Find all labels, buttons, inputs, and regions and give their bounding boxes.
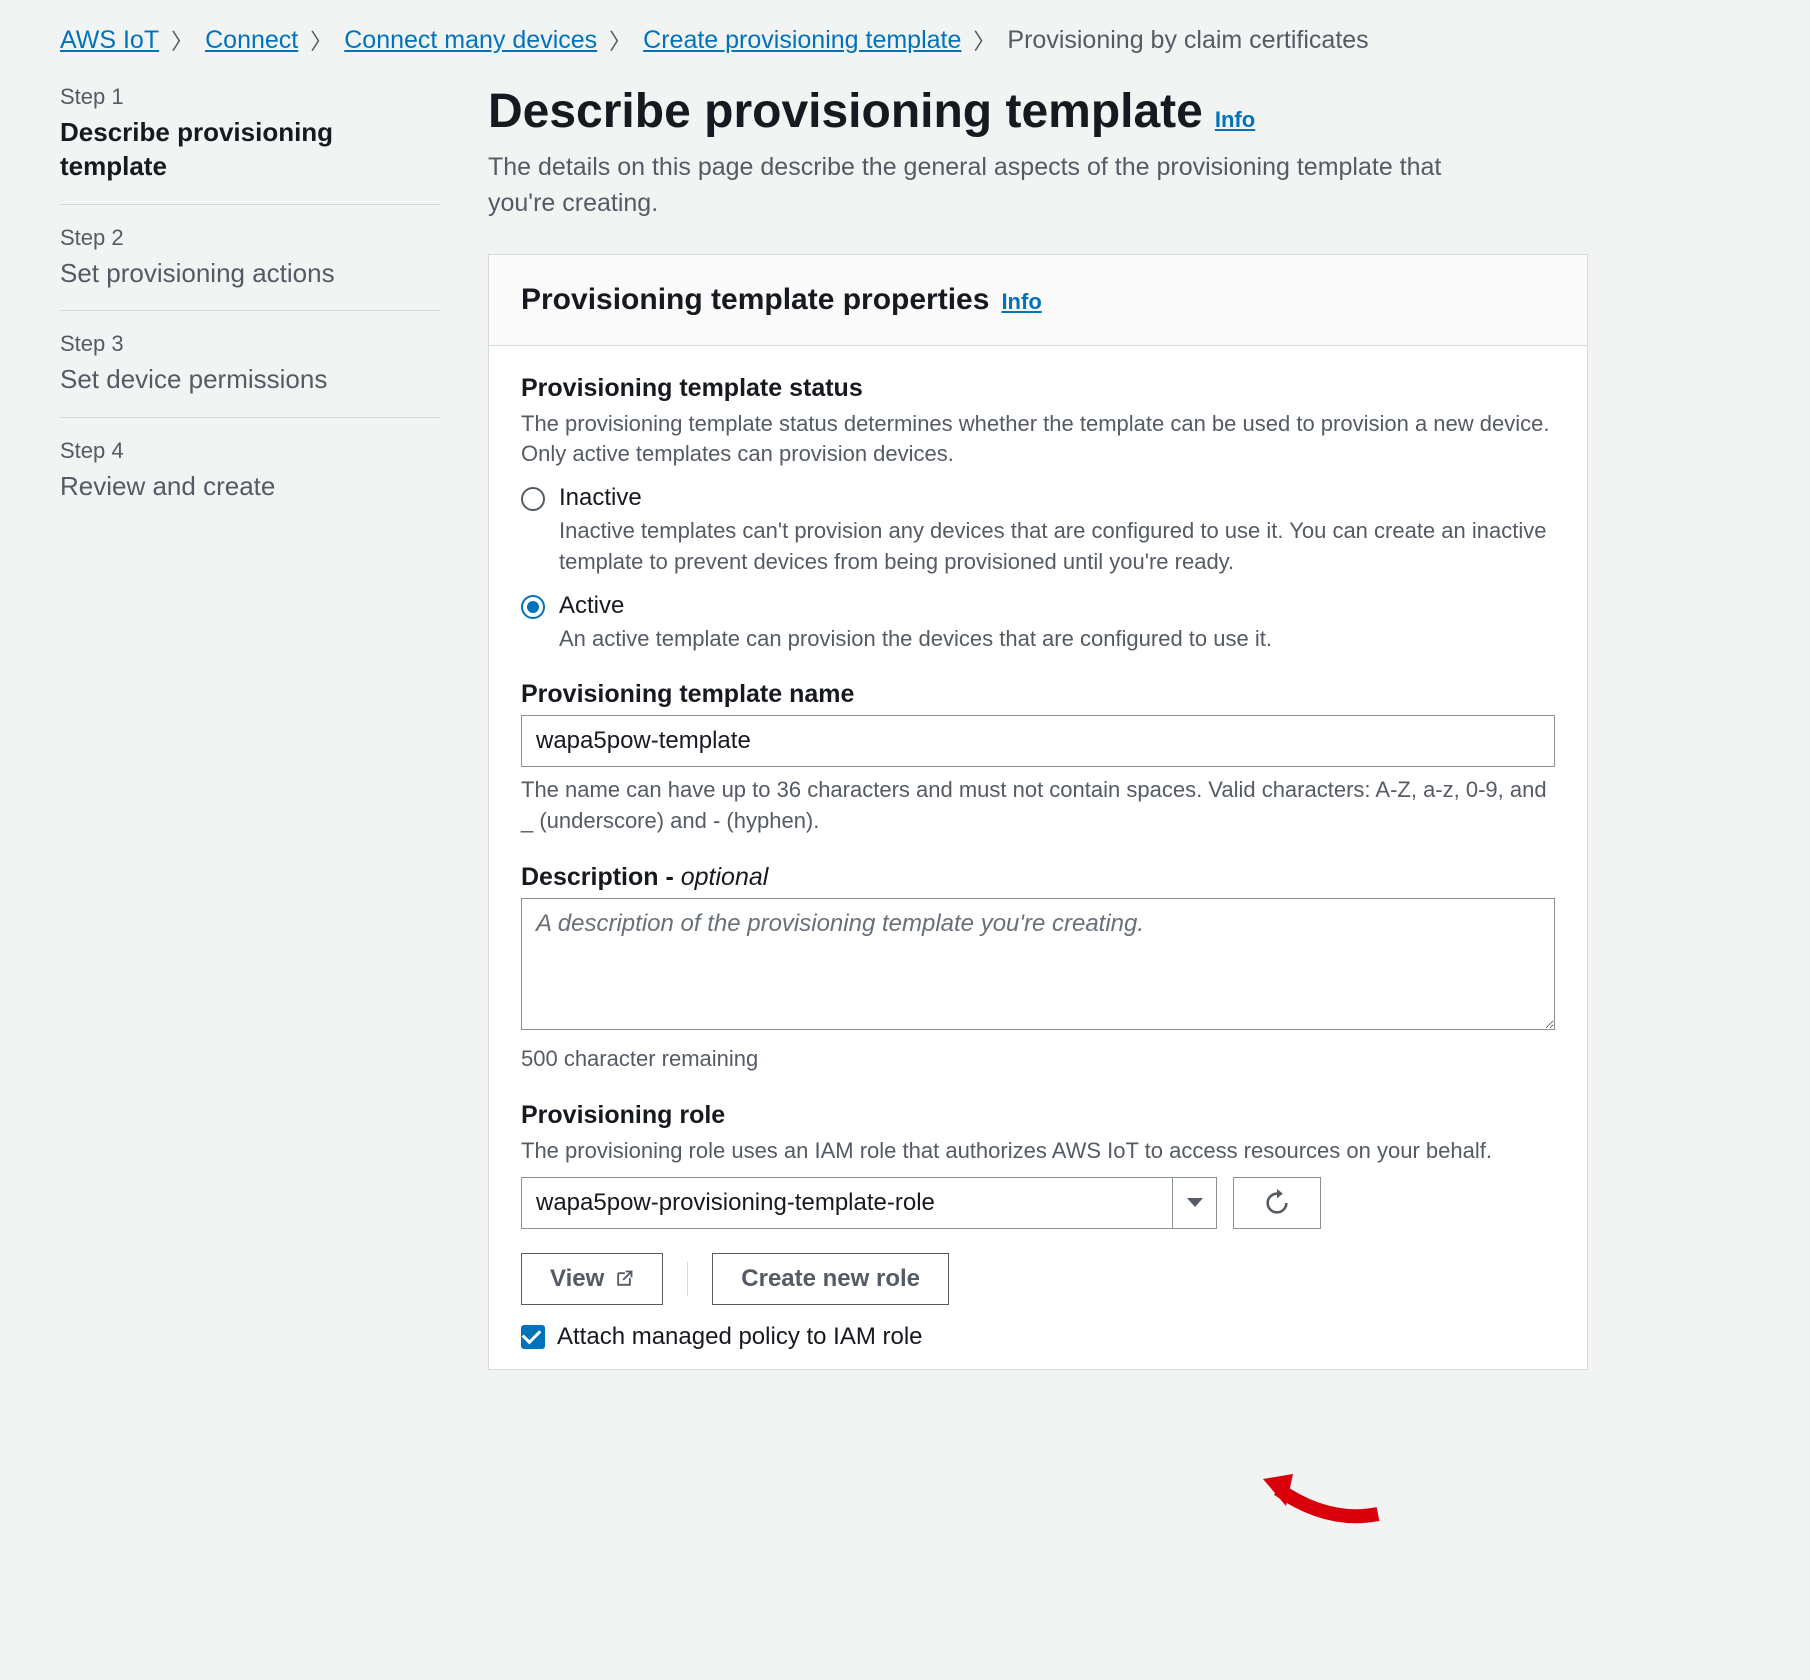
radio-icon — [521, 487, 545, 511]
step-title: Review and create — [60, 470, 440, 504]
radio-icon — [521, 595, 545, 619]
field-label: Provisioning template name — [521, 680, 1555, 709]
wizard-step-2[interactable]: Step 2 Set provisioning actions — [60, 205, 440, 312]
info-link[interactable]: Info — [1001, 289, 1041, 315]
description-fieldset: Description - optional 500 character rem… — [521, 863, 1555, 1075]
label-text: Description - — [521, 863, 681, 891]
radio-label: Active — [559, 592, 1555, 620]
breadcrumb-link[interactable]: AWS IoT — [60, 26, 159, 55]
field-label: Provisioning template status — [521, 374, 1555, 403]
external-link-icon — [614, 1269, 634, 1289]
breadcrumb: AWS IoT 〉 Connect 〉 Connect many devices… — [60, 24, 1750, 56]
role-select[interactable]: wapa5pow-provisioning-template-role — [521, 1177, 1217, 1229]
radio-inactive[interactable]: Inactive Inactive templates can't provis… — [521, 484, 1555, 578]
annotation-arrow-icon — [1258, 1464, 1388, 1534]
step-number: Step 2 — [60, 225, 440, 251]
panel-title: Provisioning template properties — [521, 283, 989, 317]
main-content: Describe provisioning template Info The … — [488, 84, 1588, 1370]
description-textarea[interactable] — [521, 898, 1555, 1030]
page-description: The details on this page describe the ge… — [488, 149, 1508, 222]
chevron-right-icon: 〉 — [609, 24, 631, 56]
field-label: Description - optional — [521, 863, 1555, 892]
attach-policy-checkbox[interactable]: Attach managed policy to IAM role — [521, 1323, 1555, 1351]
info-link[interactable]: Info — [1215, 107, 1255, 133]
template-name-input[interactable] — [521, 715, 1555, 767]
wizard-steps: Step 1 Describe provisioning template St… — [60, 84, 440, 1370]
panel-header: Provisioning template properties Info — [489, 255, 1587, 346]
step-title: Set device permissions — [60, 363, 440, 397]
name-fieldset: Provisioning template name The name can … — [521, 680, 1555, 837]
chevron-right-icon: 〉 — [171, 24, 193, 56]
caret-down-icon — [1172, 1178, 1216, 1228]
checkbox-label: Attach managed policy to IAM role — [557, 1323, 923, 1351]
refresh-button[interactable] — [1233, 1177, 1321, 1229]
radio-label: Inactive — [559, 484, 1555, 512]
divider — [687, 1262, 688, 1296]
chevron-right-icon: 〉 — [973, 24, 995, 56]
refresh-icon — [1263, 1189, 1291, 1217]
label-optional: optional — [681, 863, 769, 891]
step-number: Step 1 — [60, 84, 440, 110]
button-label: Create new role — [741, 1265, 920, 1293]
view-role-button[interactable]: View — [521, 1253, 663, 1305]
field-label: Provisioning role — [521, 1101, 1555, 1130]
page-title: Describe provisioning template — [488, 84, 1203, 139]
status-fieldset: Provisioning template status The provisi… — [521, 374, 1555, 655]
step-number: Step 3 — [60, 331, 440, 357]
breadcrumb-link[interactable]: Connect many devices — [344, 26, 597, 55]
breadcrumb-current: Provisioning by claim certificates — [1007, 26, 1368, 55]
wizard-step-3[interactable]: Step 3 Set device permissions — [60, 311, 440, 418]
step-title: Set provisioning actions — [60, 257, 440, 291]
radio-active[interactable]: Active An active template can provision … — [521, 592, 1555, 655]
breadcrumb-link[interactable]: Create provisioning template — [643, 26, 961, 55]
breadcrumb-link[interactable]: Connect — [205, 26, 298, 55]
field-hint: The name can have up to 36 characters an… — [521, 775, 1555, 837]
create-role-button[interactable]: Create new role — [712, 1253, 949, 1305]
wizard-step-4[interactable]: Step 4 Review and create — [60, 418, 440, 524]
select-value: wapa5pow-provisioning-template-role — [522, 1178, 1172, 1228]
step-title: Describe provisioning template — [60, 116, 440, 184]
checkbox-checked-icon — [521, 1325, 545, 1349]
step-number: Step 4 — [60, 438, 440, 464]
radio-description: An active template can provision the dev… — [559, 624, 1555, 655]
field-hint: The provisioning template status determi… — [521, 409, 1555, 471]
radio-description: Inactive templates can't provision any d… — [559, 516, 1555, 578]
field-hint: The provisioning role uses an IAM role t… — [521, 1136, 1555, 1167]
wizard-step-1[interactable]: Step 1 Describe provisioning template — [60, 84, 440, 205]
properties-panel: Provisioning template properties Info Pr… — [488, 254, 1588, 1370]
role-fieldset: Provisioning role The provisioning role … — [521, 1101, 1555, 1351]
char-remaining: 500 character remaining — [521, 1044, 1555, 1075]
chevron-right-icon: 〉 — [310, 24, 332, 56]
button-label: View — [550, 1265, 604, 1293]
